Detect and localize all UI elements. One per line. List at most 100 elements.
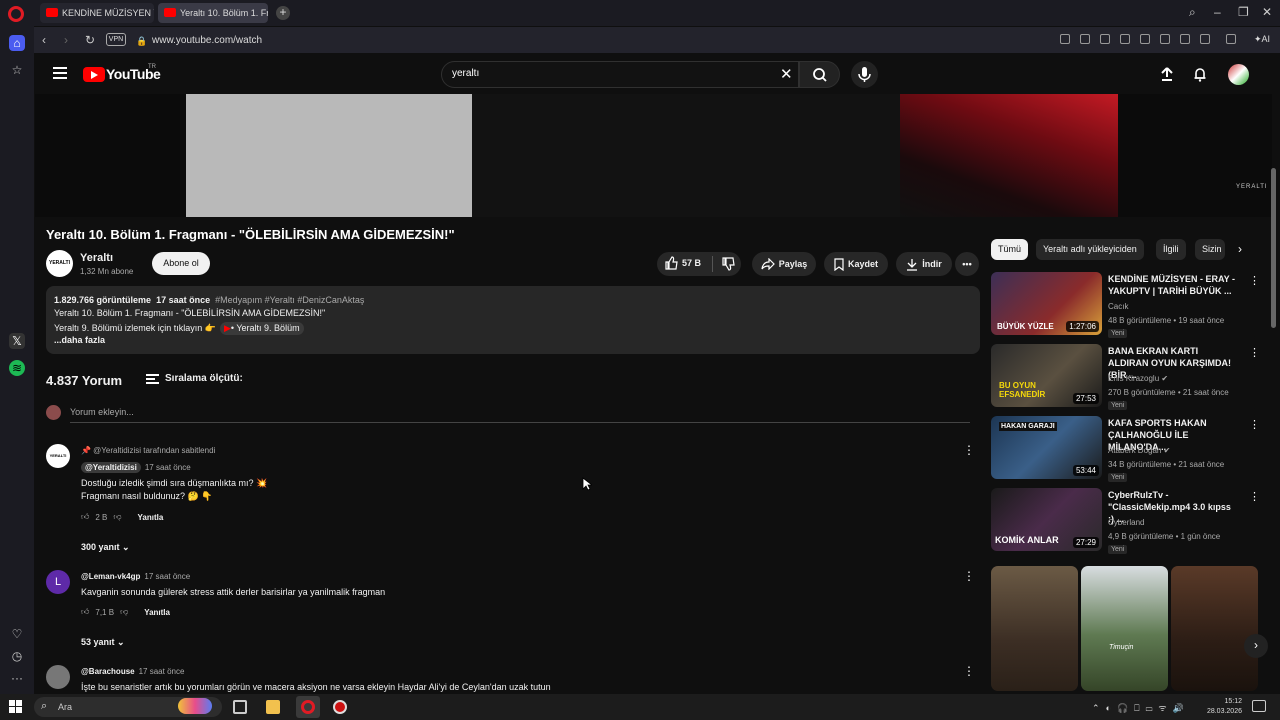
- chevron-right-icon[interactable]: ›: [1238, 242, 1242, 256]
- comment-like-icon[interactable]: 👍︎: [81, 607, 89, 617]
- linked-video-chip[interactable]: ▶• Yeraltı 9. Bölüm: [219, 322, 304, 335]
- related-thumbnail[interactable]: HAKAN GARAJI 53:44: [991, 416, 1102, 479]
- taskbar-search-label[interactable]: Ara: [58, 702, 72, 712]
- add-comment-input[interactable]: Yorum ekleyin...: [70, 407, 134, 417]
- browser-tab-yeralti[interactable]: Yeraltı 10. Bölüm 1. Fragm: [158, 3, 268, 23]
- new-tab-button[interactable]: +: [276, 6, 290, 20]
- system-tray-icons[interactable]: ⌃◐🎧⎕▭ᯤ🔊: [1092, 701, 1190, 714]
- aria-ai-button[interactable]: ✦AI: [1254, 34, 1270, 45]
- comment-author[interactable]: @Yeraltidizisi: [81, 462, 141, 473]
- comment-dislike-icon[interactable]: 👎︎: [113, 512, 121, 522]
- comment-like-icon[interactable]: 👍︎: [81, 512, 89, 522]
- forward-icon[interactable]: ›: [64, 33, 68, 47]
- extensions-icon[interactable]: [1226, 34, 1236, 44]
- related-channel[interactable]: Ataberk Doğan ✔: [1108, 446, 1170, 455]
- comment-menu-icon[interactable]: ⋮: [963, 569, 975, 583]
- comment-avatar[interactable]: [46, 665, 70, 689]
- related-menu-icon[interactable]: ⋮: [1249, 346, 1260, 359]
- more-actions-button[interactable]: •••: [955, 252, 979, 276]
- short-thumbnail[interactable]: Timuçin: [1081, 566, 1168, 691]
- related-channel[interactable]: Cyberland: [1108, 518, 1144, 527]
- camera-icon[interactable]: [1080, 34, 1090, 44]
- edit-icon[interactable]: [1060, 34, 1070, 44]
- widgets-icon[interactable]: [178, 698, 212, 714]
- opera-gx-icon[interactable]: [333, 700, 347, 714]
- notification-center-icon[interactable]: [1252, 700, 1266, 712]
- spotify-icon[interactable]: ≋: [9, 360, 25, 376]
- opera-logo-icon[interactable]: [8, 6, 24, 22]
- channel-avatar[interactable]: YERALTI: [46, 250, 73, 277]
- comment-time[interactable]: 17 saat önce: [139, 667, 185, 676]
- home-icon[interactable]: ⌂: [9, 35, 25, 51]
- windows-start-icon[interactable]: [9, 700, 22, 713]
- task-view-icon[interactable]: [233, 700, 247, 714]
- share-button[interactable]: Paylaş: [752, 252, 816, 276]
- comment-menu-icon[interactable]: ⋮: [963, 443, 975, 457]
- search-input[interactable]: [441, 61, 799, 88]
- x-twitter-icon[interactable]: 𝕏: [9, 333, 25, 349]
- reply-button[interactable]: Yanıtla: [144, 608, 170, 617]
- maximize-button[interactable]: ❐: [1238, 5, 1249, 19]
- history-icon[interactable]: ◷: [9, 648, 25, 664]
- channel-name[interactable]: Yeraltı: [80, 252, 113, 264]
- related-channel[interactable]: Enis Kirazoglu ✔: [1108, 374, 1168, 383]
- comment-author[interactable]: @Barachouse: [81, 667, 135, 676]
- secure-lock-icon[interactable]: 🔒: [136, 36, 147, 47]
- reply-button[interactable]: Yanıtla: [138, 513, 164, 522]
- comment-time[interactable]: 17 saat önce: [144, 572, 190, 581]
- download-icon[interactable]: [1160, 34, 1170, 44]
- comment-author[interactable]: @Leman-vk4gp: [81, 572, 140, 581]
- related-thumbnail[interactable]: BU OYUN EFSANEDİR 27:53: [991, 344, 1102, 407]
- heart-icon[interactable]: ♡: [9, 626, 25, 642]
- profile-icon[interactable]: [1200, 34, 1210, 44]
- notifications-bell-icon[interactable]: [1192, 66, 1208, 82]
- short-thumbnail[interactable]: [1171, 566, 1258, 691]
- comment-avatar[interactable]: YERALTI: [46, 444, 70, 468]
- shield-icon[interactable]: [1100, 34, 1110, 44]
- search-tabs-icon[interactable]: ⌕: [1189, 5, 1196, 20]
- download-button[interactable]: İndir: [896, 252, 952, 276]
- related-menu-icon[interactable]: ⋮: [1249, 418, 1260, 431]
- related-menu-icon[interactable]: ⋮: [1249, 274, 1260, 287]
- related-thumbnail[interactable]: KOMİK ANLAR 27:29: [991, 488, 1102, 551]
- play-icon[interactable]: [1120, 34, 1130, 44]
- youtube-logo-icon[interactable]: [83, 67, 105, 82]
- close-window-button[interactable]: ✕: [1262, 5, 1272, 19]
- menu-icon[interactable]: [1180, 34, 1190, 44]
- minimize-button[interactable]: –: [1214, 5, 1221, 19]
- related-menu-icon[interactable]: ⋮: [1249, 490, 1260, 503]
- more-icon[interactable]: ···: [9, 670, 25, 686]
- replies-toggle[interactable]: 300 yanıt ⌄: [81, 542, 130, 553]
- save-button[interactable]: Kaydet: [824, 252, 888, 276]
- like-button[interactable]: 57 B: [664, 256, 701, 270]
- clear-search-icon[interactable]: ✕: [780, 65, 793, 83]
- related-channel[interactable]: Cacık: [1108, 302, 1128, 311]
- hamburger-menu-icon[interactable]: [53, 67, 67, 79]
- related-title[interactable]: KENDİNE MÜZİSYEN - ERAY - YAKUPTV | TARİ…: [1108, 273, 1238, 297]
- browser-tab-kendine[interactable]: KENDİNE MÜZİSYEN YÜZ: [40, 3, 154, 23]
- show-more-link[interactable]: ...daha fazla: [54, 335, 105, 345]
- chip-related[interactable]: İlgili: [1156, 239, 1186, 260]
- reload-icon[interactable]: ↻: [85, 33, 95, 47]
- subscribe-button[interactable]: Abone ol: [152, 252, 210, 275]
- sort-by-button[interactable]: Sıralama ölçütü:: [165, 373, 243, 384]
- star-icon[interactable]: ☆: [9, 62, 25, 78]
- heart-icon[interactable]: [1140, 34, 1150, 44]
- voice-search-button[interactable]: [851, 61, 878, 88]
- page-scrollbar[interactable]: [1271, 168, 1276, 328]
- thumbs-down-icon[interactable]: [721, 257, 735, 271]
- chip-for-you[interactable]: Sizin: [1195, 239, 1225, 260]
- vpn-badge[interactable]: VPN: [106, 33, 126, 46]
- comment-menu-icon[interactable]: ⋮: [963, 664, 975, 678]
- search-button[interactable]: [799, 61, 840, 88]
- related-thumbnail[interactable]: BÜYÜK YÜZLE 1:27:06: [991, 272, 1102, 335]
- sort-icon[interactable]: [146, 374, 159, 384]
- url-field[interactable]: www.youtube.com/watch: [152, 35, 262, 46]
- comment-avatar[interactable]: L: [46, 570, 70, 594]
- replies-toggle[interactable]: 53 yanıt ⌄: [81, 637, 125, 648]
- comment-time[interactable]: 17 saat önce: [145, 463, 191, 472]
- chip-all[interactable]: Tümü: [991, 239, 1029, 260]
- taskbar-clock[interactable]: 15:12 28.03.2026: [1204, 697, 1242, 717]
- upload-icon[interactable]: [1159, 66, 1175, 82]
- shorts-next-button[interactable]: ›: [1244, 634, 1268, 658]
